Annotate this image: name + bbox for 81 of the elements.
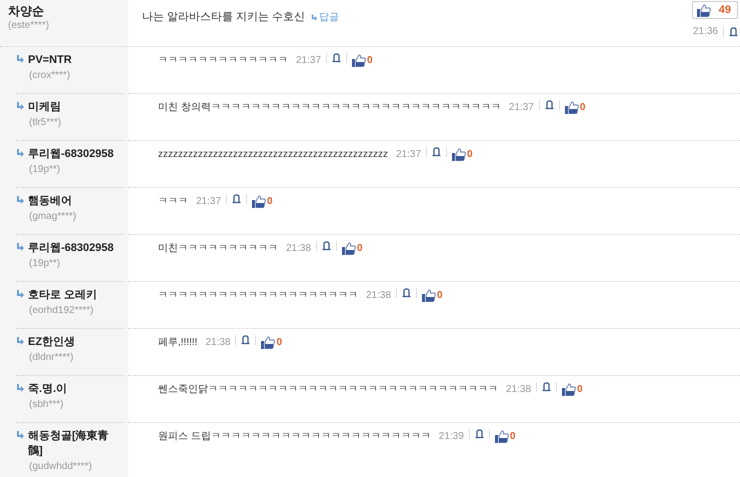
timestamp: 21:37 <box>296 54 322 68</box>
comment-text: 페루,!!!!!! <box>158 336 198 350</box>
timestamp: 21:38 <box>506 383 532 397</box>
thumbs-up-icon <box>696 4 711 16</box>
author-name: 해동청골[海東青鶻] <box>28 429 110 459</box>
comment-text: 미친 창의력ㅋㅋㅋㅋㅋㅋㅋㅋㅋㅋㅋㅋㅋㅋㅋㅋㅋㅋㅋㅋㅋㅋㅋㅋㅋㅋㅋㅋㅋ <box>158 101 501 115</box>
user-id: (este****) <box>8 19 50 33</box>
timestamp: 21:36 <box>692 25 718 39</box>
bell-icon[interactable] <box>322 241 332 251</box>
comment-text: ㅋㅋㅋ <box>158 195 188 209</box>
thumbs-up-icon <box>452 148 466 161</box>
reply-arrow-icon <box>16 100 25 112</box>
like-button[interactable]: 0 <box>422 288 443 303</box>
user-id: (gudwhdd****) <box>28 460 93 474</box>
thumbs-up-icon <box>494 430 509 443</box>
author-name: 호타로 오레키 <box>28 288 98 303</box>
like-button[interactable]: 49 <box>692 1 738 19</box>
reply-arrow-icon <box>16 335 25 347</box>
user-id: (19p**) <box>28 257 62 271</box>
reply-arrow-icon <box>16 429 25 441</box>
like-button[interactable]: 0 <box>352 53 373 68</box>
bell-icon[interactable] <box>729 26 738 36</box>
author-name: 미케림 <box>28 100 62 115</box>
comment-text: zzzzzzzzzzzzzzzzzzzzzzzzzzzzzzzzzzzzzzzzzzzzzz <box>158 148 388 162</box>
thumbs-up-icon <box>352 54 366 67</box>
bell-icon[interactable] <box>232 194 242 204</box>
author-name: 햄동베어 <box>28 194 73 209</box>
user-id: (gmag****) <box>28 210 76 224</box>
user-id: (sbh***) <box>28 398 64 412</box>
reply-arrow-icon <box>16 288 25 300</box>
timestamp: 21:38 <box>205 336 230 350</box>
thumbs-up-icon <box>422 289 436 302</box>
bell-icon[interactable] <box>474 429 484 439</box>
reply-arrow-icon <box>16 53 25 65</box>
bell-icon[interactable] <box>432 147 442 157</box>
author-name: 루리웹-68302958 <box>28 241 114 256</box>
user-id: (tlr5***) <box>28 116 62 130</box>
reply-arrow-icon <box>16 241 25 253</box>
comment-text: ㅋㅋㅋㅋㅋㅋㅋㅋㅋㅋㅋㅋㅋㅋㅋㅋㅋㅋㅋㅋ <box>158 289 358 303</box>
thumbs-up-icon <box>261 336 276 349</box>
bell-icon[interactable] <box>332 53 342 63</box>
reply-link[interactable]: 답글 <box>311 10 340 25</box>
timestamp: 21:37 <box>396 148 422 162</box>
like-button[interactable]: 0 <box>252 194 273 209</box>
like-button[interactable]: 0 <box>452 147 473 162</box>
like-button[interactable]: 0 <box>562 382 583 397</box>
thumbs-up-icon <box>342 242 356 255</box>
comment-text: ㅋㅋㅋㅋㅋㅋㅋㅋㅋㅋㅋㅋㅋ <box>158 54 288 68</box>
reply-arrow-icon <box>16 147 25 159</box>
author-name: PV=NTR <box>28 53 72 68</box>
reply-arrow-icon <box>16 382 25 394</box>
thumbs-up-icon <box>562 383 576 396</box>
timestamp: 21:39 <box>438 430 464 444</box>
author-name: 루리웹-68302958 <box>28 147 114 162</box>
author-name: EZ한인생 <box>28 335 76 350</box>
like-button[interactable]: 0 <box>342 241 363 256</box>
comment-text: 미친ㅋㅋㅋㅋㅋㅋㅋㅋㅋㅋ <box>158 242 278 256</box>
reply-arrow-icon <box>16 194 25 206</box>
comment-text: 쎈스죽인닭ㅋㅋㅋㅋㅋㅋㅋㅋㅋㅋㅋㅋㅋㅋㅋㅋㅋㅋㅋㅋㅋㅋㅋㅋㅋㅋㅋㅋㅋ <box>158 383 498 397</box>
comment-text: 나는 알라바스타를 지키는 수호신 <box>142 10 306 25</box>
thumbs-up-icon <box>564 101 579 114</box>
bell-icon[interactable] <box>402 288 412 298</box>
bell-icon[interactable] <box>241 335 250 345</box>
user-id: (eorhd192****) <box>28 304 94 318</box>
bell-icon[interactable] <box>542 382 552 392</box>
like-button[interactable]: 0 <box>261 335 282 350</box>
author-name: 차양순 <box>8 3 45 19</box>
like-button[interactable]: 0 <box>564 100 586 115</box>
thumbs-up-icon <box>252 195 266 208</box>
timestamp: 21:37 <box>196 195 222 209</box>
timestamp: 21:38 <box>286 242 312 256</box>
reply-arrow-icon <box>311 14 318 22</box>
user-id: (19p**) <box>28 163 62 177</box>
comment-text: 원피스 드립ㅋㅋㅋㅋㅋㅋㅋㅋㅋㅋㅋㅋㅋㅋㅋㅋㅋㅋㅋㅋㅋㅋ <box>158 430 431 444</box>
timestamp: 21:37 <box>508 101 534 115</box>
author-name: 죽.명.이 <box>28 382 68 397</box>
timestamp: 21:38 <box>366 289 392 303</box>
bell-icon[interactable] <box>544 100 554 110</box>
user-id: (crox****) <box>28 69 72 83</box>
user-id: (dldnr****) <box>28 351 74 365</box>
like-button[interactable]: 0 <box>494 429 516 444</box>
